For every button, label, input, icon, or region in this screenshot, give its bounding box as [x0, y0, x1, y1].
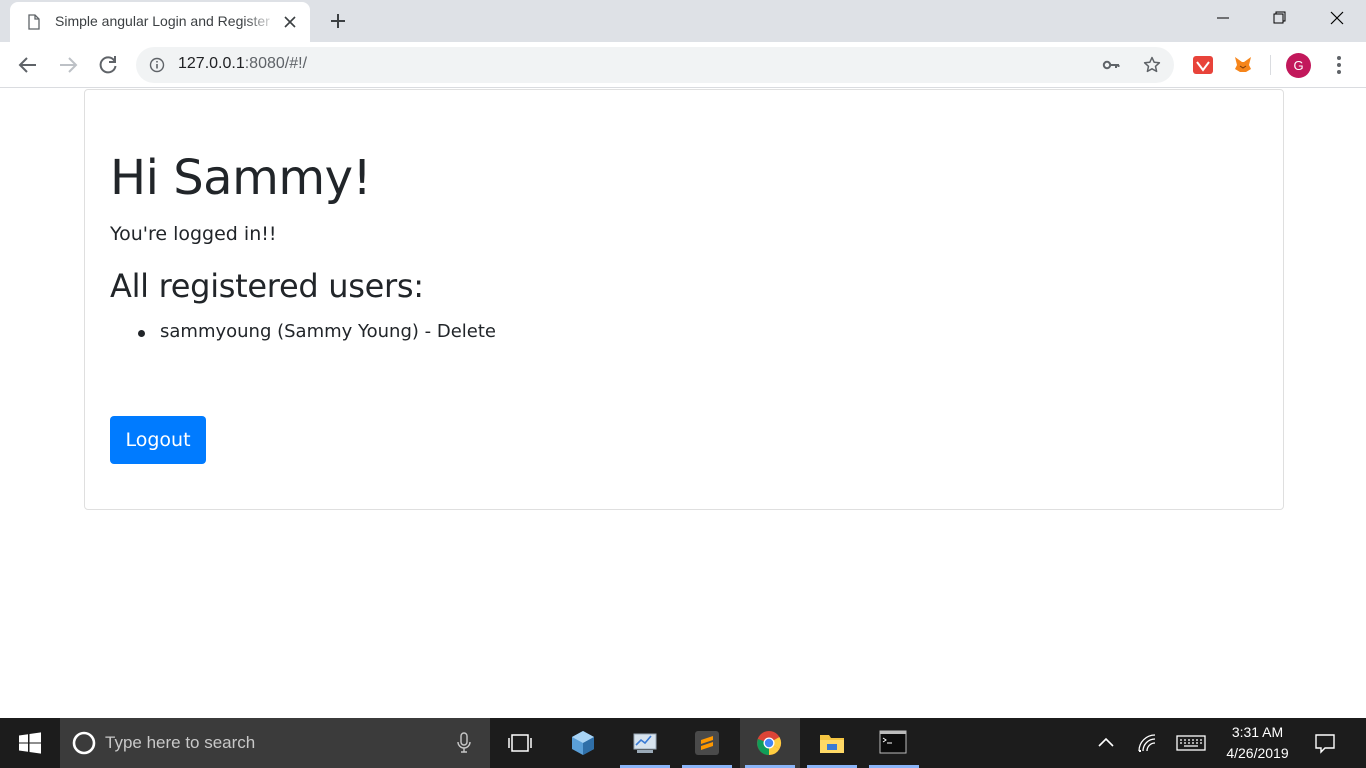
- show-hidden-icons-icon[interactable]: [1094, 731, 1118, 755]
- address-bar[interactable]: 127.0.0.1:8080/#!/: [136, 47, 1174, 83]
- url-host: 127.0.0.1: [178, 55, 245, 72]
- taskbar-app-sublime[interactable]: [677, 718, 737, 768]
- bullet-icon: [138, 330, 145, 337]
- url-text: 127.0.0.1:8080/#!/: [178, 55, 307, 73]
- system-monitor-icon: [633, 733, 657, 753]
- browser-tab[interactable]: Simple angular Login and Register: [10, 2, 310, 42]
- back-arrow-icon[interactable]: [16, 53, 40, 77]
- url-path: :8080/#!/: [244, 55, 308, 72]
- minimize-icon[interactable]: [1200, 0, 1246, 36]
- taskbar-app-chrome[interactable]: [740, 718, 800, 768]
- forward-arrow-icon[interactable]: [56, 53, 80, 77]
- bookmark-star-icon[interactable]: [1143, 56, 1161, 74]
- tab-title: Simple angular Login and Register: [55, 13, 270, 29]
- network-icon[interactable]: [1135, 731, 1159, 755]
- taskbar-app-file-explorer[interactable]: [802, 718, 862, 768]
- page-title: Hi Sammy!: [110, 150, 372, 206]
- metamask-fox-icon[interactable]: [1232, 54, 1254, 76]
- cortana-icon: [72, 731, 96, 755]
- logout-button[interactable]: Logout: [110, 416, 206, 464]
- info-icon[interactable]: [149, 57, 165, 73]
- restore-icon[interactable]: [1256, 0, 1302, 36]
- microphone-icon[interactable]: [456, 732, 472, 754]
- task-view-button[interactable]: [490, 718, 550, 768]
- taskbar-app-terminal[interactable]: [864, 718, 924, 768]
- system-clock[interactable]: 3:31 AM 4/26/2019: [1215, 722, 1300, 764]
- page-content: Hi Sammy! You're logged in!! All registe…: [0, 89, 1366, 718]
- browser-tab-strip: Simple angular Login and Register: [0, 0, 1366, 42]
- users-heading: All registered users:: [110, 267, 424, 305]
- taskbar-app-monitor[interactable]: [615, 718, 675, 768]
- virtualbox-icon: [572, 731, 594, 755]
- chrome-icon: [757, 731, 782, 755]
- sublime-text-icon: [695, 731, 719, 755]
- windows-taskbar: Type here to search 3:31 AM 4/26/2019: [0, 718, 1366, 768]
- terminal-icon: [879, 730, 907, 754]
- profile-avatar[interactable]: G: [1286, 53, 1311, 78]
- list-item: sammyoung (Sammy Young) - Delete: [135, 321, 496, 342]
- document-icon: [28, 14, 40, 30]
- windows-start-icon[interactable]: [0, 718, 60, 768]
- new-tab-icon[interactable]: [326, 9, 350, 33]
- delete-user-link[interactable]: Delete: [437, 321, 496, 342]
- taskbar-search-box[interactable]: Type here to search: [60, 718, 490, 768]
- folder-icon: [820, 735, 844, 753]
- close-tab-icon[interactable]: [282, 14, 298, 30]
- content-card: Hi Sammy! You're logged in!! All registe…: [84, 89, 1284, 510]
- clock-time: 3:31 AM: [1231, 724, 1284, 740]
- login-status-text: You're logged in!!: [110, 223, 277, 245]
- extension-red-icon[interactable]: [1192, 54, 1214, 76]
- keyboard-icon[interactable]: [1176, 731, 1206, 755]
- taskbar-app-virtualbox[interactable]: [553, 718, 613, 768]
- browser-toolbar: 127.0.0.1:8080/#!/ G: [0, 42, 1366, 88]
- reload-icon[interactable]: [96, 53, 120, 77]
- key-icon[interactable]: [1102, 56, 1120, 74]
- toolbar-separator: [1270, 55, 1271, 75]
- task-view-icon: [508, 734, 532, 752]
- close-window-icon[interactable]: [1314, 0, 1360, 36]
- clock-date: 4/26/2019: [1226, 745, 1289, 761]
- more-menu-icon[interactable]: [1327, 53, 1351, 77]
- user-label: sammyoung (Sammy Young) -: [160, 321, 437, 342]
- notifications-icon[interactable]: [1313, 731, 1337, 755]
- search-placeholder: Type here to search: [105, 733, 256, 752]
- user-list: sammyoung (Sammy Young) - Delete: [135, 321, 496, 342]
